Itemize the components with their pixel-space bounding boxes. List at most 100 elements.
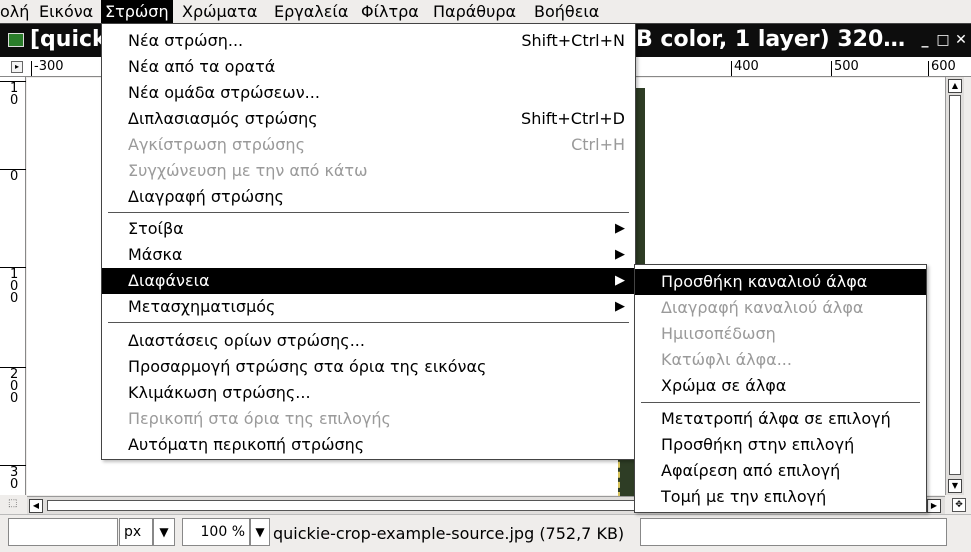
vertical-ruler[interactable]: 1 0 0 1 0 0 2 0 0 3 0: [0, 77, 26, 495]
menu-bar: ολή Εικόνα Στρώση Χρώματα Εργαλεία Φίλτρ…: [0, 0, 971, 23]
submenu-arrow-icon: ▶: [615, 299, 625, 314]
menu-item-layer-boundary-size[interactable]: Διαστάσεις ορίων στρώσης...: [102, 328, 635, 354]
menu-separator: [108, 212, 629, 213]
menu-item-label: Νέα στρώση...: [128, 31, 244, 50]
zoom-select[interactable]: 100 %: [182, 518, 250, 546]
menu-windows[interactable]: Παράθυρα: [429, 0, 520, 23]
menu-item-label: Συγχώνευση με την από κάτω: [128, 161, 368, 180]
scroll-down-icon[interactable]: ▼: [948, 479, 962, 493]
menu-image[interactable]: Εικόνα: [35, 0, 97, 23]
pointer-icon[interactable]: ⬚: [8, 498, 22, 512]
vertical-scroll-thumb[interactable]: [949, 95, 961, 475]
unit-select[interactable]: px: [119, 518, 153, 546]
status-file-info: quickie-crop-example-source.jpg (752,7 K…: [273, 524, 625, 543]
zoom-dropdown-icon[interactable]: ▼: [250, 518, 270, 546]
scroll-left-icon[interactable]: ◀: [29, 499, 43, 513]
menu-item-label: Χρώμα σε άλφα: [661, 376, 787, 395]
menu-item-add-to-selection[interactable]: Προσθήκη στην επιλογή: [635, 432, 926, 458]
menu-item-label: Αγκίστρωση στρώσης: [128, 135, 305, 154]
submenu-arrow-icon: ▶: [615, 273, 625, 288]
ruler-label: 2 0 0: [10, 367, 19, 406]
menu-item-label: Μάσκα: [128, 245, 183, 264]
menu-filters[interactable]: Φίλτρα: [357, 0, 423, 23]
menu-item-label: Μετατροπή άλφα σε επιλογή: [661, 409, 891, 428]
menu-layer[interactable]: Στρώση: [101, 0, 173, 23]
menu-item-transform[interactable]: Μετασχηματισμός ▶: [102, 294, 635, 320]
image-window-icon: [8, 33, 24, 47]
menu-item-anchor-layer: Αγκίστρωση στρώσης Ctrl+H: [102, 132, 635, 158]
menu-item-merge-down: Συγχώνευση με την από κάτω: [102, 158, 635, 184]
ruler-label: 400: [734, 59, 759, 74]
menu-item-label: Προσαρμογή στρώσης στα όρια της εικόνας: [128, 357, 487, 376]
maximize-icon[interactable]: □: [936, 33, 950, 47]
menu-item-label: Κατώφλι άλφα...: [661, 350, 792, 369]
menu-item-label: Αυτόματη περικοπή στρώσης: [128, 435, 365, 454]
menu-file[interactable]: ολή: [0, 0, 33, 23]
transparency-submenu: Προσθήκη καναλιού άλφα Διαγραφή καναλιού…: [634, 264, 927, 513]
minimize-icon[interactable]: _: [918, 33, 932, 47]
window-title-rest: B color, 1 layer) 320…: [636, 27, 906, 52]
menu-item-delete-layer[interactable]: Διαγραφή στρώσης: [102, 184, 635, 210]
pointer-coordinates: [8, 518, 118, 546]
menu-item-mask[interactable]: Μάσκα ▶: [102, 242, 635, 268]
menu-separator: [641, 402, 920, 403]
menu-item-label: Τομή με την επιλογή: [661, 487, 827, 506]
menu-item-shortcut: Shift+Ctrl+N: [521, 31, 625, 50]
ruler-label: 3 0: [10, 465, 19, 492]
ruler-label: 500: [834, 59, 859, 74]
menu-item-label: Διαγραφή καναλιού άλφα: [661, 298, 864, 317]
ruler-label: -300: [34, 59, 64, 74]
menu-item-transparency[interactable]: Διαφάνεια ▶: [102, 268, 635, 294]
menu-item-layer-to-image-size[interactable]: Προσαρμογή στρώσης στα όρια της εικόνας: [102, 354, 635, 380]
menu-item-semi-flatten: Ημιισοπέδωση: [635, 321, 926, 347]
scroll-up-icon[interactable]: ▲: [948, 79, 962, 93]
menu-item-label: Ημιισοπέδωση: [661, 324, 776, 343]
menu-item-new-layer-group[interactable]: Νέα ομάδα στρώσεων...: [102, 80, 635, 106]
menu-item-crop-to-selection: Περικοπή στα όρια της επιλογής: [102, 406, 635, 432]
menu-item-label: Μετασχηματισμός: [128, 297, 276, 316]
menu-item-label: Νέα ομάδα στρώσεων...: [128, 83, 320, 102]
menu-help[interactable]: Βοήθεια: [530, 0, 603, 23]
menu-item-intersect-with-selection[interactable]: Τομή με την επιλογή: [635, 484, 926, 510]
menu-item-shortcut: Ctrl+H: [571, 135, 625, 154]
navigate-icon[interactable]: ✥: [952, 498, 966, 512]
scroll-right-icon[interactable]: ▶: [927, 499, 941, 513]
vertical-scrollbar[interactable]: ▲ ▼: [945, 77, 964, 495]
ruler-label: 1 0: [10, 81, 19, 108]
menu-item-remove-alpha-channel: Διαγραφή καναλιού άλφα: [635, 295, 926, 321]
submenu-arrow-icon: ▶: [615, 221, 625, 236]
menu-item-new-from-visible[interactable]: Νέα από τα ορατά: [102, 54, 635, 80]
menu-item-subtract-from-selection[interactable]: Αφαίρεση από επιλογή: [635, 458, 926, 484]
menu-item-label: Κλιμάκωση στρώσης...: [128, 383, 311, 402]
status-bar: px ▼ 100 % ▼ quickie-crop-example-source…: [0, 514, 971, 552]
menu-item-color-to-alpha[interactable]: Χρώμα σε άλφα: [635, 373, 926, 399]
menu-item-label: Διπλασιασμός στρώσης: [128, 109, 318, 128]
menu-item-label: Διαφάνεια: [128, 271, 210, 290]
status-message-area: [640, 518, 947, 546]
submenu-arrow-icon: ▶: [615, 247, 625, 262]
ruler-label: 600: [931, 59, 956, 74]
menu-item-autocrop-layer[interactable]: Αυτόματη περικοπή στρώσης: [102, 432, 635, 458]
menu-item-new-layer[interactable]: Νέα στρώση... Shift+Ctrl+N: [102, 28, 635, 54]
menu-item-label: Προσθήκη καναλιού άλφα: [661, 272, 868, 291]
unit-dropdown-icon[interactable]: ▼: [153, 518, 175, 546]
menu-item-label: Στοίβα: [128, 219, 184, 238]
menu-item-threshold-alpha: Κατώφλι άλφα...: [635, 347, 926, 373]
menu-tools[interactable]: Εργαλεία: [270, 0, 352, 23]
layer-menu: Νέα στρώση... Shift+Ctrl+N Νέα από τα ορ…: [101, 23, 636, 460]
menu-item-scale-layer[interactable]: Κλιμάκωση στρώσης...: [102, 380, 635, 406]
menu-item-label: Διαστάσεις ορίων στρώσης...: [128, 331, 365, 350]
menu-item-label: Αφαίρεση από επιλογή: [661, 461, 841, 480]
menu-item-add-alpha-channel[interactable]: Προσθήκη καναλιού άλφα: [635, 269, 926, 295]
menu-item-label: Διαγραφή στρώσης: [128, 187, 284, 206]
menu-item-alpha-to-selection[interactable]: Μετατροπή άλφα σε επιλογή: [635, 406, 926, 432]
menu-colors[interactable]: Χρώματα: [178, 0, 261, 23]
menu-item-duplicate-layer[interactable]: Διπλασιασμός στρώσης Shift+Ctrl+D: [102, 106, 635, 132]
menu-item-label: Περικοπή στα όρια της επιλογής: [128, 409, 391, 428]
menu-item-stack[interactable]: Στοίβα ▶: [102, 216, 635, 242]
close-icon[interactable]: ✕: [954, 33, 968, 47]
menu-item-label: Προσθήκη στην επιλογή: [661, 435, 855, 454]
quick-mask-corner-icon[interactable]: ▸: [11, 61, 23, 73]
ruler-label: 0: [10, 169, 19, 184]
ruler-label: 1 0 0: [10, 267, 19, 306]
